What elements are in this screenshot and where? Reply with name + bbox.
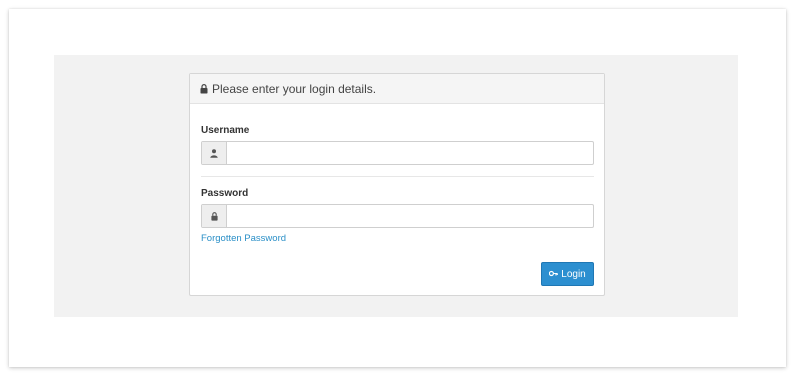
panel-heading-text: Please enter your login details. [212, 81, 377, 96]
password-input[interactable] [227, 205, 593, 227]
username-input-group [201, 141, 594, 165]
login-panel: Please enter your login details. Usernam… [189, 73, 605, 296]
username-label: Username [201, 125, 250, 136]
form-divider [201, 176, 594, 177]
password-input-group [201, 204, 594, 228]
panel-heading: Please enter your login details. [190, 74, 604, 104]
user-icon [202, 142, 227, 164]
key-icon [549, 269, 559, 280]
username-input[interactable] [227, 142, 593, 164]
forgotten-password-link[interactable]: Forgotten Password [201, 233, 286, 244]
lock-icon [202, 205, 227, 227]
login-button[interactable]: Login [541, 262, 594, 286]
password-label: Password [201, 188, 249, 199]
lock-icon [200, 83, 208, 94]
login-button-label: Login [561, 268, 586, 280]
